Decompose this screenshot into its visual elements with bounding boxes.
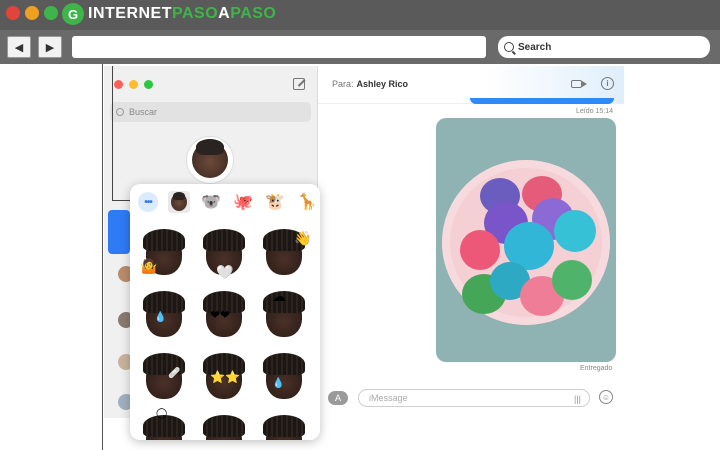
memoji-heart-eyes-sticker[interactable]: ❤❤ — [194, 286, 254, 348]
read-receipt: Leído 15:14 — [576, 108, 613, 115]
memoji-sleeping-sticker[interactable] — [194, 410, 254, 440]
back-button[interactable]: ◀ — [7, 36, 31, 58]
callout-line — [112, 66, 113, 201]
app-store-icon[interactable]: A — [328, 391, 348, 405]
close-dot[interactable] — [114, 80, 123, 89]
recipient-name[interactable]: Ashley Rico — [357, 79, 409, 89]
giraffe-icon[interactable]: 🦒 — [296, 191, 318, 213]
memoji-sticker-grid: 🤷 🤍 👋 💧 ❤❤ ☁ 🩹 ⭐⭐ 💧 ◯ — [134, 224, 316, 440]
memoji-face-icon — [171, 191, 187, 211]
page-divider — [102, 64, 103, 450]
memoji-crying-laughing-sticker[interactable]: 💧 — [134, 286, 194, 348]
macaron — [552, 260, 592, 300]
info-icon[interactable]: i — [601, 77, 614, 90]
memoji-mind-blown-sticker[interactable]: ☁ — [254, 286, 314, 348]
search-icon — [504, 42, 514, 52]
memoji-heart-hands-sticker[interactable]: 🤍 — [194, 224, 254, 286]
memoji-shrug-sticker[interactable]: 🤷 — [134, 224, 194, 286]
imessage-input[interactable]: iMessage ||| — [358, 389, 590, 407]
forward-arrow-icon: ▶ — [45, 41, 55, 54]
more-options-button[interactable]: ••• — [138, 192, 158, 212]
minimize-window-button[interactable] — [25, 6, 39, 20]
sidebar-search-placeholder: Buscar — [129, 107, 158, 117]
browser-search-field[interactable]: Search — [498, 36, 710, 58]
cow-icon[interactable]: 🐮 — [264, 191, 286, 213]
macarons-photo[interactable] — [436, 118, 616, 362]
audio-waveform-icon[interactable]: ||| — [574, 394, 581, 404]
video-call-icon[interactable] — [571, 80, 587, 88]
memoji-category-row: ••• 🐨 🐙 🐮 🦒 — [130, 184, 320, 220]
to-label: Para: — [332, 79, 354, 89]
sidebar-search-field[interactable]: Buscar — [110, 102, 311, 122]
conversation-pane: Para: Ashley Rico i Leído 15:14 Entregado… — [318, 66, 624, 418]
macaron — [460, 230, 500, 270]
compose-icon[interactable] — [293, 78, 305, 90]
message-input-row: A iMessage ||| ☺ — [318, 386, 624, 414]
contact-avatar[interactable] — [186, 136, 234, 184]
forward-button[interactable]: ▶ — [38, 36, 62, 58]
memoji-halo-sticker[interactable]: ◯ — [134, 408, 194, 440]
memoji-tear-sticker[interactable]: 💧 — [254, 348, 314, 410]
memoji-icon[interactable] — [168, 191, 190, 213]
memoji-tongue-sticker[interactable] — [254, 410, 314, 440]
macaron — [554, 210, 596, 252]
zoom-dot[interactable] — [144, 80, 153, 89]
maximize-window-button[interactable] — [44, 6, 58, 20]
logo-mark-icon: G — [62, 3, 84, 25]
search-icon — [116, 108, 124, 116]
memoji-wave-sticker[interactable]: 👋 — [254, 224, 314, 286]
back-arrow-icon: ◀ — [14, 41, 24, 54]
search-label: Search — [518, 41, 552, 53]
memoji-stickers-popover: ••• 🐨 🐙 🐮 🦒 🤷 🤍 👋 💧 ❤❤ ☁ 🩹 ⭐⭐ 💧 ◯ — [130, 184, 320, 440]
imessage-placeholder: iMessage — [369, 393, 408, 403]
browser-title-bar: G INTERNETPASOAPASO — [0, 0, 720, 30]
delivered-status: Entregado — [580, 365, 613, 372]
recipient-line: Para: Ashley Rico — [332, 79, 408, 89]
browser-toolbar: ◀ ▶ Search — [0, 30, 720, 64]
window-controls — [114, 80, 153, 89]
octopus-icon[interactable]: 🐙 — [232, 191, 254, 213]
sent-message-bubble[interactable] — [470, 98, 614, 104]
address-bar[interactable] — [72, 36, 486, 58]
memoji-avatar-icon — [192, 139, 228, 178]
emoji-icon[interactable]: ☺ — [599, 390, 613, 404]
logo-wordmark: INTERNETPASOAPASO — [88, 5, 277, 22]
site-logo: G INTERNETPASOAPASO — [62, 3, 276, 25]
minimize-dot[interactable] — [129, 80, 138, 89]
memoji-bandage-sticker[interactable]: 🩹 — [134, 348, 194, 410]
memoji-star-eyes-sticker[interactable]: ⭐⭐ — [194, 348, 254, 410]
close-window-button[interactable] — [6, 6, 20, 20]
koala-icon[interactable]: 🐨 — [200, 191, 222, 213]
sidebar-selected-conversation[interactable] — [108, 210, 130, 254]
